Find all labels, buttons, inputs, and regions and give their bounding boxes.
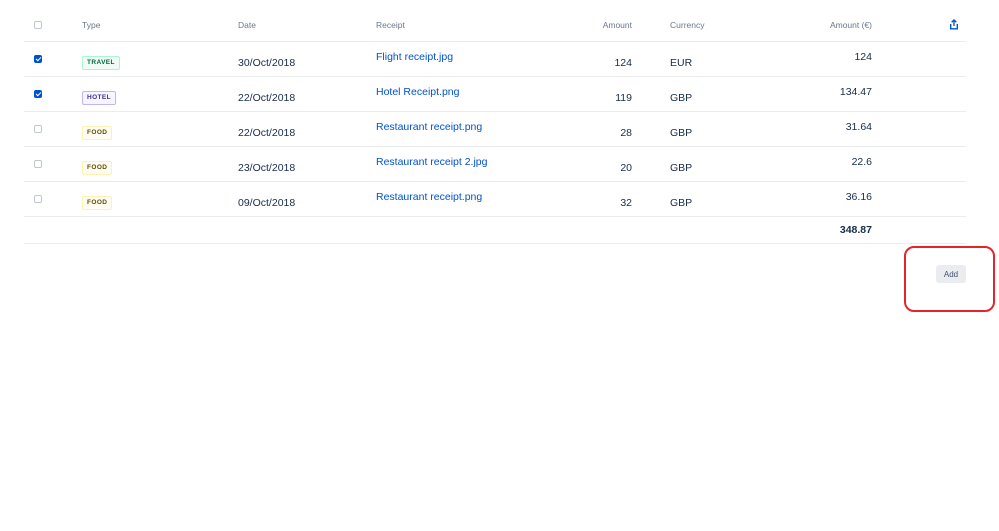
currency-cell: EUR: [670, 57, 693, 69]
type-lozenge: HOTEL: [82, 91, 117, 105]
row-select-cell: [34, 147, 42, 181]
receipt-link[interactable]: Flight receipt.jpg: [376, 51, 453, 63]
header-amount[interactable]: Amount: [603, 8, 632, 41]
amount-eur-cell: 124: [854, 51, 872, 63]
row-checkbox[interactable]: [34, 125, 42, 133]
amount-eur-cell: 36.16: [845, 191, 872, 203]
row-select-cell: [34, 42, 42, 76]
currency-cell: GBP: [670, 127, 693, 139]
amount-cell: 28: [620, 127, 632, 139]
table-header: Type Date Receipt Amount Currency Amount…: [24, 8, 966, 42]
currency-cell: GBP: [670, 197, 693, 209]
date-cell: 23/Oct/2018: [238, 162, 296, 174]
table-row: TRAVEL 30/Oct/2018 Flight receipt.jpg 124 EU…: [24, 42, 966, 77]
highlight-annotation: [904, 246, 995, 312]
type-cell: FOOD: [82, 151, 113, 185]
amount-cell: 124: [614, 57, 632, 69]
receipt-link[interactable]: Restaurant receipt.png: [376, 121, 482, 133]
receipt-cell: Restaurant receipt 2.jpg: [376, 145, 487, 179]
type-lozenge: TRAVEL: [82, 56, 120, 70]
table-row: FOOD 23/Oct/2018 Restaurant receipt 2.jpg 2…: [24, 147, 966, 182]
type-cell: FOOD: [82, 116, 113, 150]
receipt-cell: Flight receipt.jpg: [376, 40, 453, 74]
row-checkbox[interactable]: [34, 55, 42, 63]
share-icon[interactable]: [948, 8, 960, 41]
header-currency[interactable]: Currency: [670, 8, 704, 41]
total-row: 348.87: [24, 217, 966, 244]
type-lozenge: FOOD: [82, 161, 113, 175]
receipt-cell: Hotel Receipt.png: [376, 75, 459, 109]
receipt-cell: Restaurant receipt.png: [376, 180, 482, 214]
total-amount-eur: 348.87: [839, 224, 872, 236]
header-amount-eur[interactable]: Amount (€): [830, 8, 872, 41]
receipt-link[interactable]: Hotel Receipt.png: [376, 86, 459, 98]
row-checkbox[interactable]: [34, 195, 42, 203]
table-row: FOOD 09/Oct/2018 Restaurant receipt.png 32 G…: [24, 182, 966, 217]
receipt-link[interactable]: Restaurant receipt 2.jpg: [376, 156, 487, 168]
row-checkbox[interactable]: [34, 90, 42, 98]
row-select-cell: [34, 77, 42, 111]
type-cell: HOTEL: [82, 81, 117, 115]
header-type[interactable]: Type: [82, 8, 100, 41]
amount-cell: 119: [615, 92, 632, 104]
table-row: FOOD 22/Oct/2018 Restaurant receipt.png 28 G…: [24, 112, 966, 147]
type-lozenge: FOOD: [82, 126, 113, 140]
amount-eur-cell: 22.6: [851, 156, 872, 168]
row-checkbox[interactable]: [34, 160, 42, 168]
currency-cell: GBP: [670, 92, 693, 104]
date-cell: 22/Oct/2018: [238, 92, 296, 104]
header-receipt[interactable]: Receipt: [376, 8, 405, 41]
receipt-cell: Restaurant receipt.png: [376, 110, 482, 144]
amount-eur-cell: 134.47: [839, 86, 872, 98]
date-cell: 22/Oct/2018: [238, 127, 296, 139]
date-cell: 30/Oct/2018: [238, 57, 296, 69]
currency-cell: GBP: [670, 162, 693, 174]
amount-cell: 32: [620, 197, 632, 209]
amount-cell: 20: [620, 162, 632, 174]
date-cell: 09/Oct/2018: [238, 197, 296, 209]
row-select-cell: [34, 112, 42, 146]
receipt-link[interactable]: Restaurant receipt.png: [376, 191, 482, 203]
select-all-cell: [34, 8, 42, 41]
type-cell: TRAVEL: [82, 46, 120, 80]
row-select-cell: [34, 182, 42, 216]
type-lozenge: FOOD: [82, 196, 113, 210]
amount-eur-cell: 31.64: [845, 121, 872, 133]
header-date[interactable]: Date: [238, 8, 256, 41]
expense-table: Type Date Receipt Amount Currency Amount…: [24, 8, 966, 244]
type-cell: FOOD: [82, 186, 113, 220]
select-all-checkbox[interactable]: [34, 20, 42, 29]
table-row: HOTEL 22/Oct/2018 Hotel Receipt.png 119 GBP 1…: [24, 77, 966, 112]
